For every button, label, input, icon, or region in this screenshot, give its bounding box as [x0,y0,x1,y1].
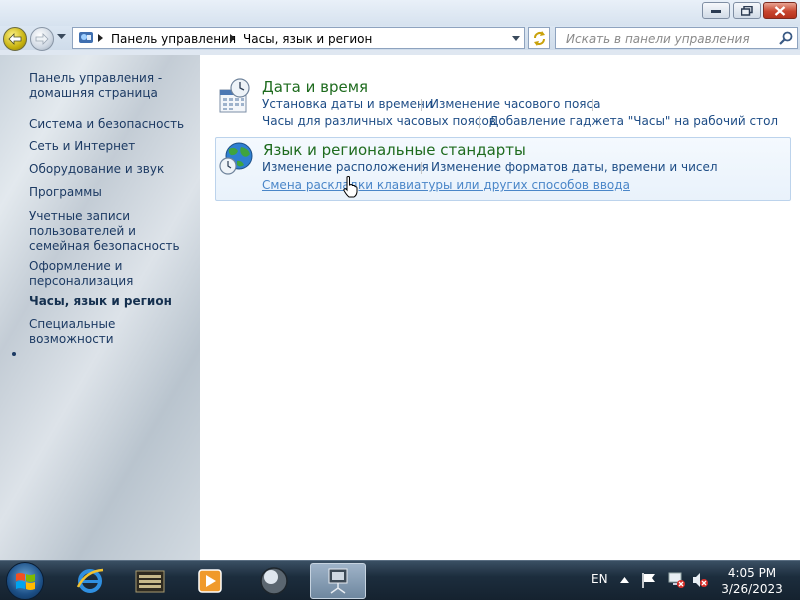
file-manager-icon [135,570,165,593]
link-separator [592,99,593,111]
sidebar-home-link[interactable]: Панель управления - домашняя страница [29,71,194,101]
link-separator [421,162,422,174]
date-time-icon[interactable] [218,78,252,116]
taskbar-internet-explorer[interactable] [62,563,118,599]
taskbar-control-panel[interactable] [310,563,366,599]
breadcrumb-arrow-icon[interactable] [98,34,103,42]
taskbar: EN 4:05 PM 3/26/2023 [0,560,800,600]
forward-button[interactable] [30,27,54,51]
link-clocks-different-timezones[interactable]: Часы для различных часовых поясов [262,114,496,128]
back-arrow-icon [8,33,22,45]
volume-muted-icon[interactable] [692,572,708,588]
sidebar-item-programs[interactable]: Программы [29,185,194,200]
window-title-bar [0,0,800,26]
refresh-icon [534,31,545,46]
maximize-icon [741,5,753,16]
globe-clock-icon[interactable] [219,141,255,177]
active-item-bullet [12,352,16,356]
forward-arrow-icon [35,33,49,45]
link-change-keyboards-input-methods[interactable]: Смена раскладки клавиатуры или других сп… [262,178,630,192]
sidebar-item-appearance[interactable]: Оформление и персонализация [29,259,194,289]
navigation-bar: Панель управления Часы, язык и регион Ис… [0,26,800,51]
minimize-icon [711,9,721,13]
address-bar[interactable]: Панель управления Часы, язык и регион [72,27,525,49]
category-title-date-time[interactable]: Дата и время [262,78,368,96]
maximize-button[interactable] [733,2,761,19]
show-hidden-icons-arrow[interactable] [620,577,629,583]
main-content: Дата и время Установка даты и времени Из… [200,55,800,560]
link-change-timezone[interactable]: Изменение часового пояса [430,97,600,111]
link-change-location[interactable]: Изменение расположения [262,160,429,174]
network-icon[interactable] [668,572,686,588]
breadcrumb-control-panel[interactable]: Панель управления [111,32,236,46]
link-add-clock-gadget[interactable]: Добавление гаджета "Часы" на рабочий сто… [489,114,778,128]
category-title-region-language[interactable]: Язык и региональные стандарты [263,141,526,159]
start-button[interactable] [6,562,44,600]
clock-date[interactable]: 3/26/2023 [712,582,792,596]
breadcrumb-arrow-icon[interactable] [230,34,235,42]
category-date-time: Дата и время Установка даты и времени Из… [215,75,789,131]
globe-orb-icon [260,567,288,595]
sidebar-item-hardware-sound[interactable]: Оборудование и звук [29,162,194,177]
link-set-date-time[interactable]: Установка даты и времени [262,97,433,111]
taskbar-file-manager[interactable] [122,563,178,599]
close-button[interactable] [763,2,797,19]
address-dropdown-icon[interactable] [512,36,520,41]
action-center-flag-icon[interactable] [641,572,657,588]
sidebar-item-system-security[interactable]: Система и безопасность [29,117,194,132]
media-player-icon [198,569,222,593]
link-change-date-time-number-formats[interactable]: Изменение форматов даты, времени и чисел [431,160,718,174]
clock-time[interactable]: 4:05 PM [712,566,792,580]
category-region-language: Язык и региональные стандарты Изменение … [215,137,791,201]
history-dropdown-icon[interactable] [57,34,66,40]
control-panel-icon [79,32,93,43]
sidebar-item-accessibility[interactable]: Специальные возможности [29,317,194,347]
hand-pointer-cursor [343,176,358,198]
close-icon [774,5,786,16]
taskbar-media-player[interactable] [182,563,238,599]
search-input[interactable]: Искать в панели управления [566,32,750,46]
breadcrumb-clock-language-region[interactable]: Часы, язык и регион [243,32,372,46]
back-button[interactable] [3,27,27,51]
taskbar-running-app[interactable] [246,563,302,599]
control-panel-icon [328,568,348,594]
sidebar: Панель управления - домашняя страница Си… [0,55,200,560]
windows-logo-icon [16,573,35,590]
link-separator [479,116,480,128]
internet-explorer-icon [76,568,104,593]
search-box[interactable]: Искать в панели управления [555,27,798,49]
language-indicator[interactable]: EN [591,572,608,586]
search-icon[interactable] [779,31,793,45]
refresh-button[interactable] [528,27,550,49]
sidebar-item-user-accounts[interactable]: Учетные записи пользователей и семейная … [29,209,194,254]
sidebar-item-network-internet[interactable]: Сеть и Интернет [29,139,194,154]
sidebar-item-clock-language-region: Часы, язык и регион [29,294,172,308]
link-separator [421,99,422,111]
minimize-button[interactable] [702,2,730,19]
